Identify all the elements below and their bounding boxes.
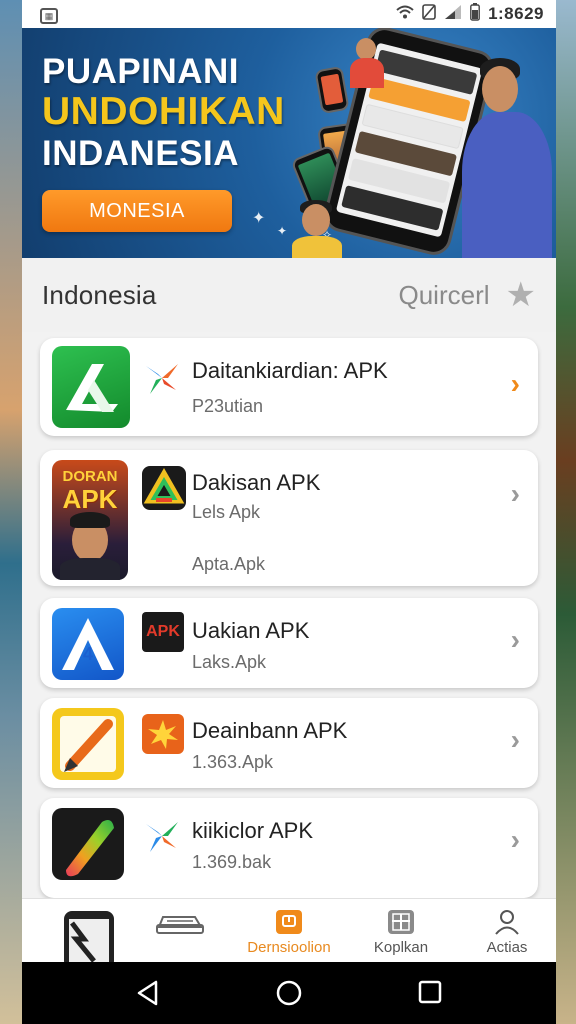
grid-icon: [388, 910, 414, 934]
app-name: Uakian APK: [192, 618, 310, 643]
section-link[interactable]: Quircerl: [399, 280, 490, 311]
background-scenery-right: [554, 0, 576, 1024]
back-icon[interactable]: [136, 980, 160, 1006]
nav-item-account[interactable]: Actias: [462, 899, 552, 963]
star-icon[interactable]: ★: [506, 278, 536, 312]
nav-item-device[interactable]: [44, 899, 134, 969]
app-subtitle: Lels Apk: [192, 502, 261, 522]
burst-logo-icon: [142, 714, 184, 754]
app-name: Daitankiardian: APK: [192, 358, 388, 383]
battery-icon: [470, 3, 480, 25]
list-item[interactable]: Deainbann APK 1.363.Apk ›: [40, 698, 538, 788]
pinwheel-icon: [142, 358, 182, 398]
recents-icon[interactable]: [418, 980, 442, 1004]
list-item[interactable]: kiikiclor APK 1.369.bak ›: [40, 798, 538, 898]
nav-item-car[interactable]: [140, 899, 220, 963]
blue-app-icon-glyph: 4: [83, 644, 93, 664]
app-subtitle: Laks.Apk: [192, 652, 267, 672]
phone-device-icon: [64, 911, 114, 969]
signal-icon: [444, 4, 462, 24]
blue-app-icon: 4: [52, 608, 124, 680]
banner-cta-button[interactable]: MONESIA: [42, 190, 232, 232]
chevron-right-icon[interactable]: ›: [511, 724, 520, 756]
rainbow-app-icon: [52, 808, 124, 880]
list-item[interactable]: 4 APK Uakian APK Laks.Apk ›: [40, 598, 538, 688]
list-item[interactable]: Daitankiardian: APK P23utian ›: [40, 338, 538, 436]
wifi-icon: [396, 5, 414, 23]
boy-illustration: [288, 200, 348, 258]
section-header: Indonesia Quircerl ★: [22, 258, 556, 332]
download-icon: [276, 910, 302, 934]
system-navigation-bar: [22, 962, 556, 1024]
status-bar: ▦ 1:8629: [22, 0, 556, 28]
pinwheel-icon: [142, 816, 182, 856]
background-scenery-left: [0, 0, 22, 1024]
app-subtitle-secondary: Apta.Apk: [192, 554, 266, 574]
banner-title-line-1: PUAPINANI: [42, 52, 240, 91]
app-subtitle: 1.369.bak: [192, 852, 272, 872]
app-subtitle: P23utian: [192, 396, 264, 416]
nav-label: Dernsioolion: [247, 939, 331, 956]
chevron-right-icon[interactable]: ›: [511, 478, 520, 510]
status-time: 1:8629: [488, 4, 544, 23]
green-app-icon: [52, 346, 130, 428]
app-subtitle: 1.363.Apk: [192, 752, 274, 772]
home-icon[interactable]: [276, 980, 302, 1006]
app-name: Dakisan APK: [192, 470, 321, 495]
section-title: Indonesia: [42, 279, 157, 310]
list-item[interactable]: DORAN APK Dakisan APK Lels Apk Apta.Apk …: [40, 450, 538, 586]
sparkle-icon: ✦: [252, 210, 266, 227]
nav-item-download[interactable]: Dernsioolion: [234, 899, 344, 963]
bottom-navigation: Dernsioolion Koplkan Actias: [22, 898, 556, 969]
apk-badge-icon: APK: [142, 612, 184, 652]
chevron-right-icon[interactable]: ›: [511, 624, 520, 656]
person-illustration: [342, 28, 402, 88]
app-name: kiikiclor APK: [192, 818, 314, 843]
person-icon: [495, 910, 519, 935]
man-illustration: [452, 58, 556, 258]
no-sim-icon: [422, 4, 436, 24]
nav-label: Actias: [486, 939, 528, 956]
nav-item-grid[interactable]: Koplkan: [358, 899, 444, 963]
promo-banner[interactable]: PUAPINANI UNDOHIKAN INDANESIA MONESIA ✦ …: [22, 28, 556, 258]
banner-title-line-2: UNDOHIKAN: [42, 90, 285, 133]
poster-app-icon: DORAN APK: [52, 460, 128, 580]
app-name: Deainbann APK: [192, 718, 348, 743]
poster-title: DORAN: [62, 468, 118, 485]
car-icon: [156, 916, 204, 934]
notification-app-icon: ▦: [40, 8, 58, 24]
sparkle-icon: ✦: [277, 224, 288, 238]
nav-label: Koplkan: [373, 939, 429, 956]
phone-screen: ▦ 1:8629 PUAPINANI UNDOHIKAN INDANESIA M…: [22, 0, 556, 1024]
pencil-app-icon: [52, 708, 124, 780]
triangle-logo-icon: [142, 466, 186, 510]
chevron-right-icon[interactable]: ›: [511, 824, 520, 856]
chevron-right-icon[interactable]: ›: [511, 368, 520, 400]
poster-subtitle: APK: [62, 484, 118, 514]
banner-title-line-3: INDANESIA: [42, 134, 240, 173]
